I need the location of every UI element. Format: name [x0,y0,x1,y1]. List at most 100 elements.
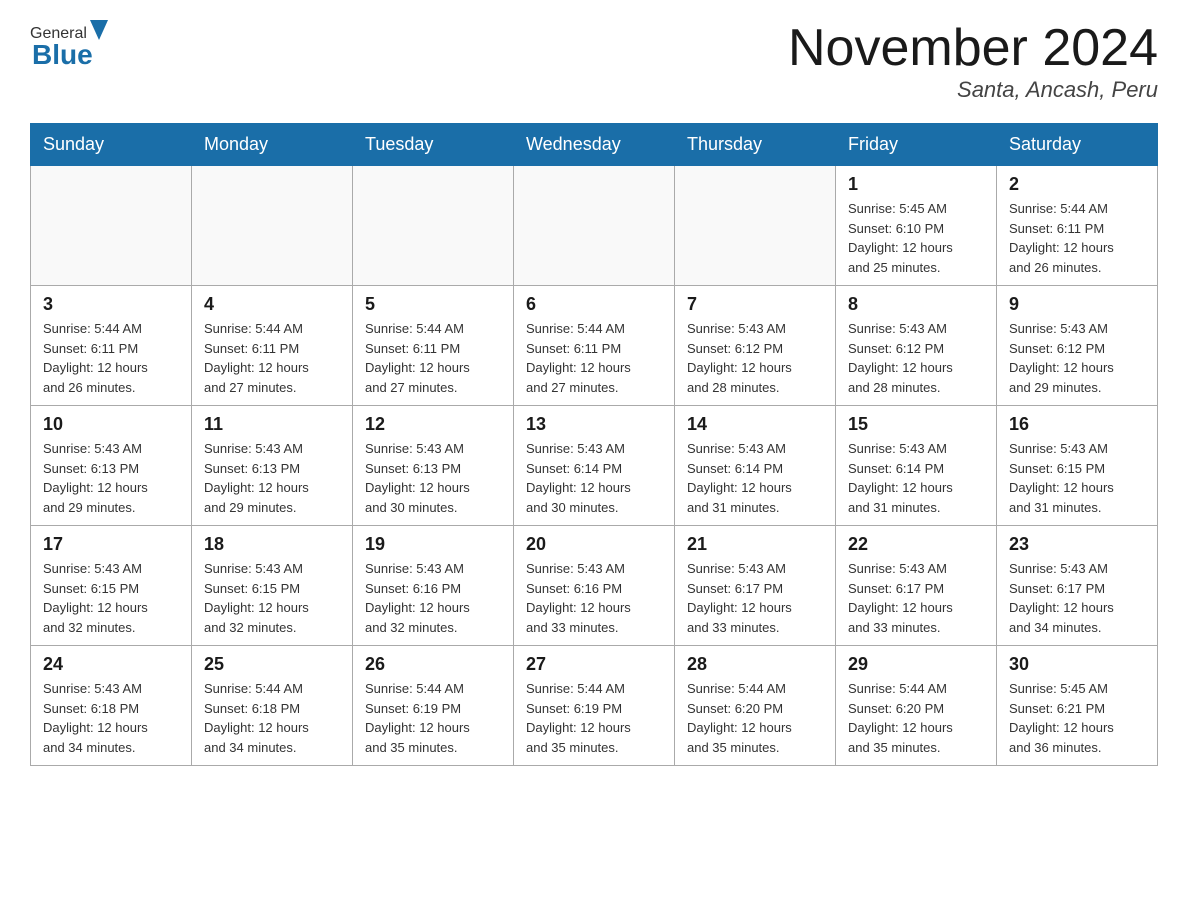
day-number: 12 [365,414,501,435]
table-row: 27Sunrise: 5:44 AM Sunset: 6:19 PM Dayli… [514,646,675,766]
table-row: 13Sunrise: 5:43 AM Sunset: 6:14 PM Dayli… [514,406,675,526]
table-row: 9 Sunrise: 5:43 AM Sunset: 6:12 PM Daylig… [997,286,1158,406]
table-row: 30 Sunrise: 5:45 AM Sunset: 6:21 PM Dayli… [997,646,1158,766]
day-number: 2 [1009,174,1145,195]
day-info: Sunrise: 5:44 AM Sunset: 6:11 PM Dayligh… [365,319,501,397]
day-info: Sunrise: 5:44 AM Sunset: 6:20 PM Dayligh… [848,679,984,757]
day-number: 1 [848,174,984,195]
day-number: 21 [687,534,823,555]
col-saturday: Saturday [997,124,1158,166]
day-info: Sunrise: 5:43 AM Sunset: 6:12 PM Dayligh… [687,319,823,397]
day-info: Sunrise: 5:43 AM Sunset: 6:13 PM Dayligh… [204,439,340,517]
day-number: 23 [1009,534,1145,555]
day-number: 18 [204,534,340,555]
table-row [31,166,192,286]
col-monday: Monday [192,124,353,166]
week-row-3: 10 Sunrise: 5:43 AM Sunset: 6:13 PM Dayli… [31,406,1158,526]
table-row: 18 Sunrise: 5:43 AM Sunset: 6:15 PM Dayli… [192,526,353,646]
table-row: 8 Sunrise: 5:43 AM Sunset: 6:12 PM Daylig… [836,286,997,406]
day-number: 29 [848,654,984,675]
header-row: Sunday Monday Tuesday Wednesday Thursday… [31,124,1158,166]
table-row: 3 Sunrise: 5:44 AM Sunset: 6:11 PM Daylig… [31,286,192,406]
day-number: 10 [43,414,179,435]
table-row: 21 Sunrise: 5:43 AM Sunset: 6:17 PM Dayli… [675,526,836,646]
table-row: 17Sunrise: 5:43 AM Sunset: 6:15 PM Dayli… [31,526,192,646]
table-row: 7 Sunrise: 5:43 AM Sunset: 6:12 PM Daylig… [675,286,836,406]
table-row: 15Sunrise: 5:43 AM Sunset: 6:14 PM Dayli… [836,406,997,526]
week-row-5: 24 Sunrise: 5:43 AM Sunset: 6:18 PM Dayli… [31,646,1158,766]
col-wednesday: Wednesday [514,124,675,166]
day-number: 26 [365,654,501,675]
day-number: 22 [848,534,984,555]
day-info: Sunrise: 5:45 AM Sunset: 6:21 PM Dayligh… [1009,679,1145,757]
table-row: 2 Sunrise: 5:44 AM Sunset: 6:11 PM Daylig… [997,166,1158,286]
week-row-4: 17Sunrise: 5:43 AM Sunset: 6:15 PM Dayli… [31,526,1158,646]
day-number: 27 [526,654,662,675]
table-row: 24 Sunrise: 5:43 AM Sunset: 6:18 PM Dayli… [31,646,192,766]
table-row: 26Sunrise: 5:44 AM Sunset: 6:19 PM Dayli… [353,646,514,766]
day-number: 7 [687,294,823,315]
table-row [675,166,836,286]
day-number: 28 [687,654,823,675]
day-info: Sunrise: 5:43 AM Sunset: 6:13 PM Dayligh… [43,439,179,517]
day-number: 16 [1009,414,1145,435]
day-info: Sunrise: 5:43 AM Sunset: 6:15 PM Dayligh… [43,559,179,637]
day-number: 30 [1009,654,1145,675]
table-row: 14Sunrise: 5:43 AM Sunset: 6:14 PM Dayli… [675,406,836,526]
day-number: 3 [43,294,179,315]
day-info: Sunrise: 5:44 AM Sunset: 6:18 PM Dayligh… [204,679,340,757]
day-info: Sunrise: 5:44 AM Sunset: 6:11 PM Dayligh… [204,319,340,397]
day-number: 25 [204,654,340,675]
table-row: 16 Sunrise: 5:43 AM Sunset: 6:15 PM Dayli… [997,406,1158,526]
table-row: 25 Sunrise: 5:44 AM Sunset: 6:18 PM Dayli… [192,646,353,766]
day-info: Sunrise: 5:43 AM Sunset: 6:14 PM Dayligh… [687,439,823,517]
location-subtitle: Santa, Ancash, Peru [788,77,1158,103]
day-number: 8 [848,294,984,315]
table-row: 4 Sunrise: 5:44 AM Sunset: 6:11 PM Daylig… [192,286,353,406]
day-info: Sunrise: 5:44 AM Sunset: 6:11 PM Dayligh… [43,319,179,397]
day-info: Sunrise: 5:44 AM Sunset: 6:20 PM Dayligh… [687,679,823,757]
day-number: 19 [365,534,501,555]
day-number: 4 [204,294,340,315]
day-info: Sunrise: 5:43 AM Sunset: 6:16 PM Dayligh… [526,559,662,637]
day-info: Sunrise: 5:43 AM Sunset: 6:17 PM Dayligh… [848,559,984,637]
day-info: Sunrise: 5:43 AM Sunset: 6:12 PM Dayligh… [1009,319,1145,397]
day-number: 15 [848,414,984,435]
table-row [514,166,675,286]
table-row [192,166,353,286]
day-info: Sunrise: 5:43 AM Sunset: 6:12 PM Dayligh… [848,319,984,397]
day-number: 6 [526,294,662,315]
table-row: 28 Sunrise: 5:44 AM Sunset: 6:20 PM Dayli… [675,646,836,766]
logo: General Blue [30,20,108,71]
day-info: Sunrise: 5:43 AM Sunset: 6:17 PM Dayligh… [687,559,823,637]
day-info: Sunrise: 5:44 AM Sunset: 6:11 PM Dayligh… [526,319,662,397]
day-info: Sunrise: 5:44 AM Sunset: 6:11 PM Dayligh… [1009,199,1145,277]
table-row: 29 Sunrise: 5:44 AM Sunset: 6:20 PM Dayli… [836,646,997,766]
month-title: November 2024 [788,20,1158,77]
day-number: 24 [43,654,179,675]
logo-blue-text: Blue [32,39,93,71]
calendar-table: Sunday Monday Tuesday Wednesday Thursday… [30,123,1158,766]
title-area: November 2024 Santa, Ancash, Peru [788,20,1158,103]
col-tuesday: Tuesday [353,124,514,166]
table-row: 10 Sunrise: 5:43 AM Sunset: 6:13 PM Dayli… [31,406,192,526]
table-row: 19 Sunrise: 5:43 AM Sunset: 6:16 PM Dayli… [353,526,514,646]
table-row: 5 Sunrise: 5:44 AM Sunset: 6:11 PM Daylig… [353,286,514,406]
table-row: 20Sunrise: 5:43 AM Sunset: 6:16 PM Dayli… [514,526,675,646]
day-number: 11 [204,414,340,435]
day-info: Sunrise: 5:43 AM Sunset: 6:18 PM Dayligh… [43,679,179,757]
table-row: 1Sunrise: 5:45 AM Sunset: 6:10 PM Daylig… [836,166,997,286]
table-row: 23Sunrise: 5:43 AM Sunset: 6:17 PM Dayli… [997,526,1158,646]
day-info: Sunrise: 5:43 AM Sunset: 6:13 PM Dayligh… [365,439,501,517]
day-info: Sunrise: 5:43 AM Sunset: 6:15 PM Dayligh… [204,559,340,637]
day-number: 9 [1009,294,1145,315]
day-number: 5 [365,294,501,315]
week-row-1: 1Sunrise: 5:45 AM Sunset: 6:10 PM Daylig… [31,166,1158,286]
week-row-2: 3 Sunrise: 5:44 AM Sunset: 6:11 PM Daylig… [31,286,1158,406]
day-info: Sunrise: 5:43 AM Sunset: 6:16 PM Dayligh… [365,559,501,637]
day-info: Sunrise: 5:43 AM Sunset: 6:14 PM Dayligh… [526,439,662,517]
col-thursday: Thursday [675,124,836,166]
header: General Blue November 2024 Santa, Ancash… [30,20,1158,103]
day-info: Sunrise: 5:43 AM Sunset: 6:15 PM Dayligh… [1009,439,1145,517]
col-sunday: Sunday [31,124,192,166]
